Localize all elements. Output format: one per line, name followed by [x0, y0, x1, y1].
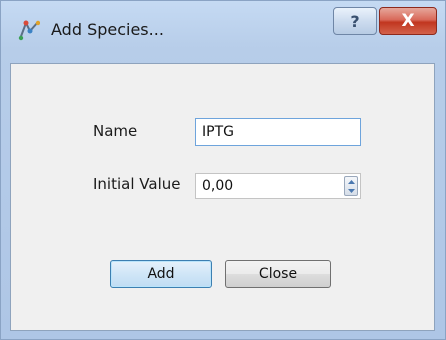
initial-value-spinbox	[195, 173, 361, 199]
spin-down-button[interactable]	[345, 186, 357, 195]
name-label: Name	[93, 122, 138, 140]
arrow-up-icon	[347, 179, 355, 184]
initial-value-label: Initial Value	[93, 175, 181, 193]
title-bar: Add Species... ? X	[1, 1, 445, 63]
close-icon: X	[401, 11, 415, 31]
close-button[interactable]: Close	[225, 260, 331, 288]
dialog-body: Name Initial Value Add Close	[10, 63, 435, 331]
dialog-title: Add Species...	[51, 20, 164, 39]
spin-buttons	[344, 176, 358, 196]
add-species-dialog: Add Species... ? X Name Initial Value Ad…	[0, 0, 446, 340]
window-close-button[interactable]: X	[379, 7, 437, 35]
spin-up-button[interactable]	[345, 177, 357, 186]
help-button[interactable]: ?	[333, 7, 377, 35]
add-button[interactable]: Add	[110, 260, 212, 288]
initial-value-input[interactable]	[196, 174, 336, 198]
app-icon	[18, 20, 40, 41]
help-icon: ?	[350, 11, 360, 31]
name-input[interactable]	[195, 118, 361, 146]
arrow-down-icon	[347, 188, 355, 193]
